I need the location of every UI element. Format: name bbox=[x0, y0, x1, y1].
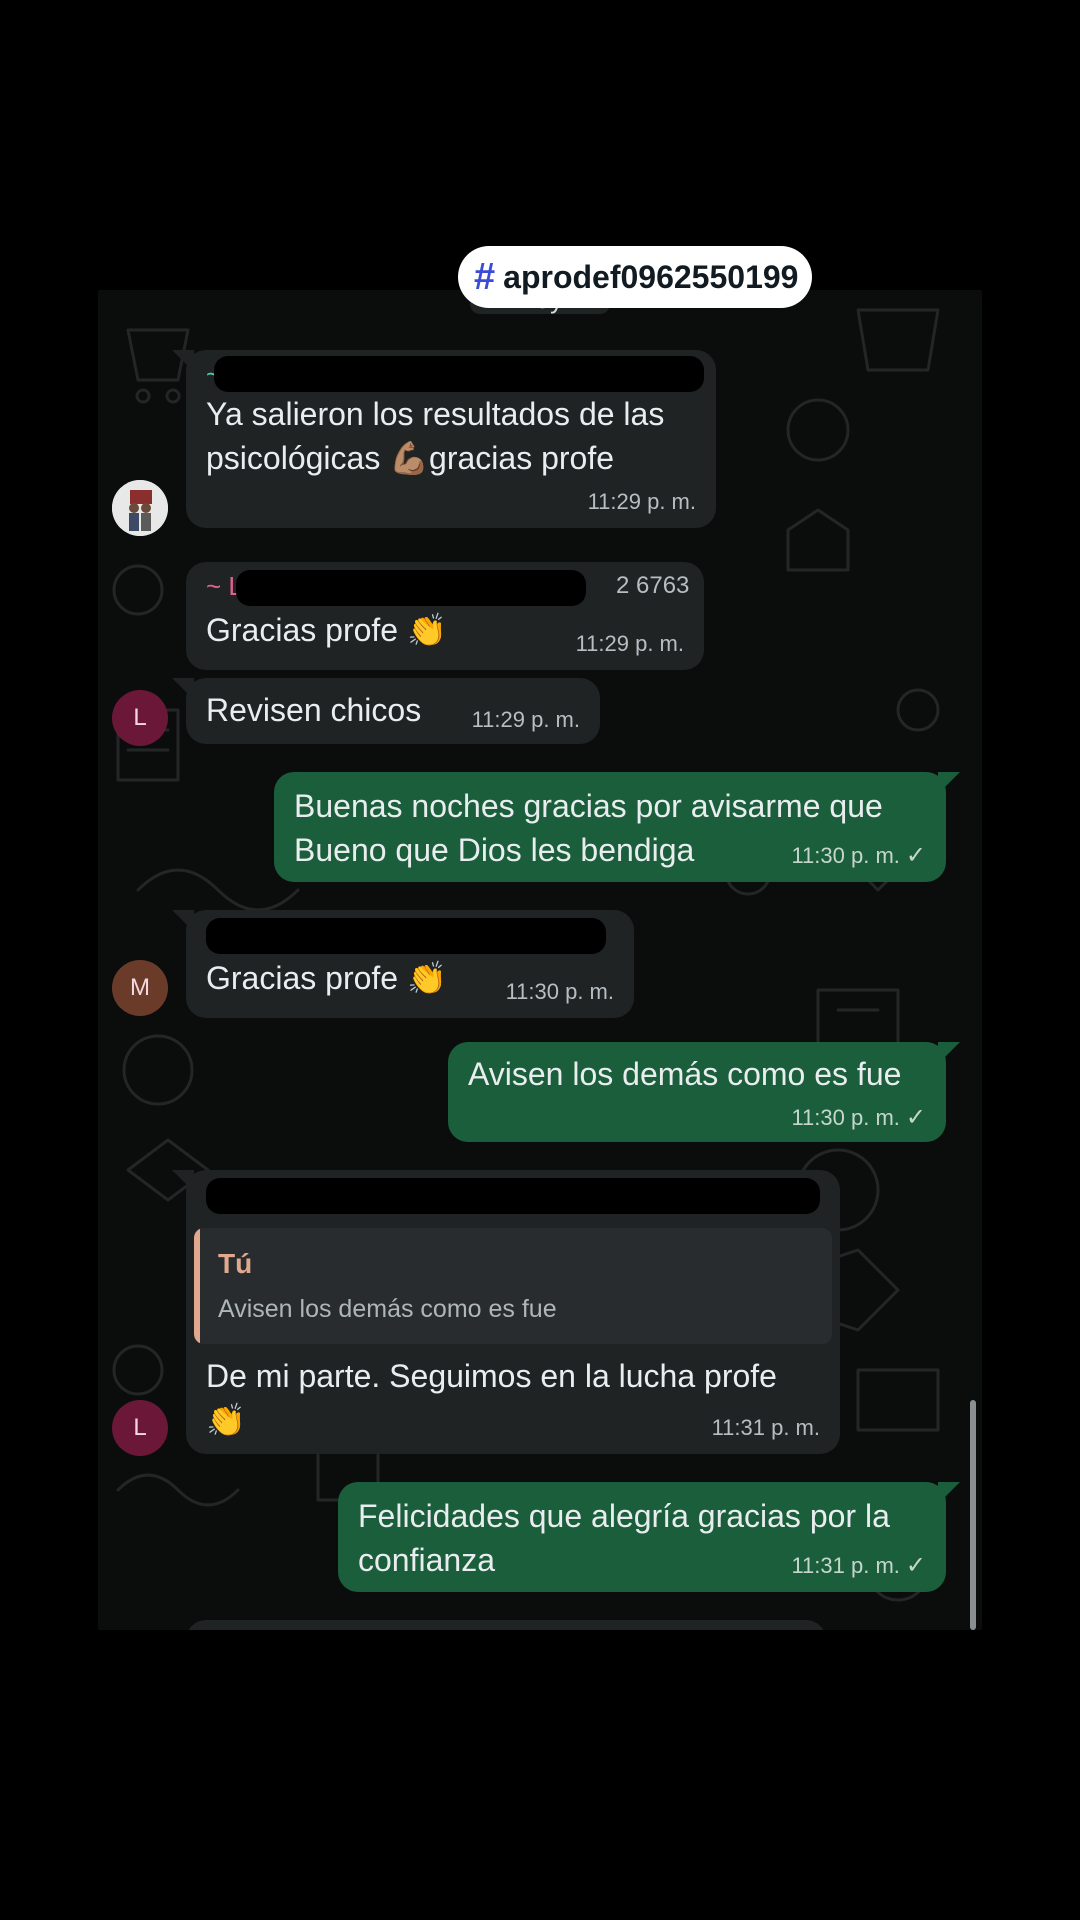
message-time: 11:31 p. m. bbox=[711, 1415, 820, 1440]
sender-phone-fragment: 2 6763 bbox=[616, 572, 690, 599]
message-incoming[interactable]: Revisen chicos 11:29 p. m. bbox=[172, 678, 600, 744]
scrollbar[interactable] bbox=[970, 1400, 976, 1630]
avatar-photo[interactable] bbox=[112, 480, 168, 536]
bubble-tail bbox=[938, 772, 960, 794]
chat-area[interactable]: Hoy ~ Ya salieron los resultados de las … bbox=[98, 290, 982, 1630]
message-text: Ya salieron los resultados de las psicol… bbox=[206, 396, 665, 476]
bubble-tail bbox=[172, 910, 194, 932]
sent-check-icon: ✓ bbox=[905, 1104, 926, 1131]
message-text: De mi parte. Seguimos en la lucha profe … bbox=[206, 1358, 777, 1438]
bubble-tail bbox=[172, 350, 194, 372]
message-outgoing[interactable]: Avisen los demás como es fue 11:30 p. m.… bbox=[448, 1042, 960, 1142]
message-time: 11:29 p. m. bbox=[587, 489, 696, 514]
avatar-initial[interactable]: L bbox=[112, 1400, 168, 1456]
hashtag-text: aprodef0962550199 bbox=[503, 258, 799, 295]
bubble-tail bbox=[172, 678, 194, 700]
message-outgoing[interactable]: Felicidades que alegría gracias por la c… bbox=[338, 1482, 960, 1592]
message-time: 11:29 p. m. bbox=[575, 631, 684, 656]
person-photo-icon bbox=[112, 480, 168, 536]
message-time: 11:30 p. m. bbox=[505, 979, 614, 1004]
bubble-tail bbox=[172, 1170, 194, 1192]
avatar-initial[interactable]: L bbox=[112, 690, 168, 746]
message-incoming-partial[interactable] bbox=[186, 1620, 826, 1630]
message-text: Gracias profe 👏 bbox=[206, 960, 447, 996]
redacted-sender bbox=[236, 570, 586, 606]
message-time: 11:30 p. m. ✓ bbox=[791, 1104, 926, 1131]
message-time: 11:31 p. m. ✓ bbox=[791, 1552, 926, 1579]
quoted-text: Avisen los demás como es fue bbox=[218, 1295, 557, 1323]
message-incoming[interactable]: Gracias profe 👏 11:30 p. m. bbox=[172, 910, 634, 1018]
sent-check-icon: ✓ bbox=[905, 842, 926, 869]
bubble-tail bbox=[938, 1042, 960, 1064]
message-incoming-reply[interactable]: Tú Avisen los demás como es fue De mi pa… bbox=[172, 1170, 840, 1454]
redacted-sender bbox=[206, 1178, 820, 1214]
message-outgoing[interactable]: Buenas noches gracias por avisarme que B… bbox=[274, 772, 960, 882]
quoted-message[interactable]: Tú Avisen los demás como es fue bbox=[194, 1228, 832, 1344]
message-incoming[interactable]: ~ L 2 6763 Gracias profe 👏 11:29 p. m. bbox=[186, 562, 704, 670]
message-time: 11:30 p. m. ✓ bbox=[791, 842, 926, 869]
sent-check-icon: ✓ bbox=[905, 1552, 926, 1579]
redacted-sender bbox=[206, 918, 606, 954]
hashtag-pill[interactable]: # aprodef0962550199 bbox=[458, 246, 813, 308]
message-incoming[interactable]: ~ Ya salieron los resultados de las psic… bbox=[172, 350, 716, 528]
message-time: 11:29 p. m. bbox=[471, 707, 580, 732]
bubble-tail bbox=[938, 1482, 960, 1504]
hashtag-icon: # bbox=[474, 255, 496, 298]
quote-accent-bar bbox=[194, 1228, 200, 1344]
redacted-sender bbox=[214, 356, 704, 392]
quoted-sender: Tú bbox=[218, 1248, 253, 1279]
message-text: Revisen chicos bbox=[206, 692, 422, 728]
message-text: Avisen los demás como es fue bbox=[468, 1056, 902, 1092]
avatar-initial[interactable]: M bbox=[112, 960, 168, 1016]
message-text: Gracias profe 👏 bbox=[206, 612, 447, 648]
